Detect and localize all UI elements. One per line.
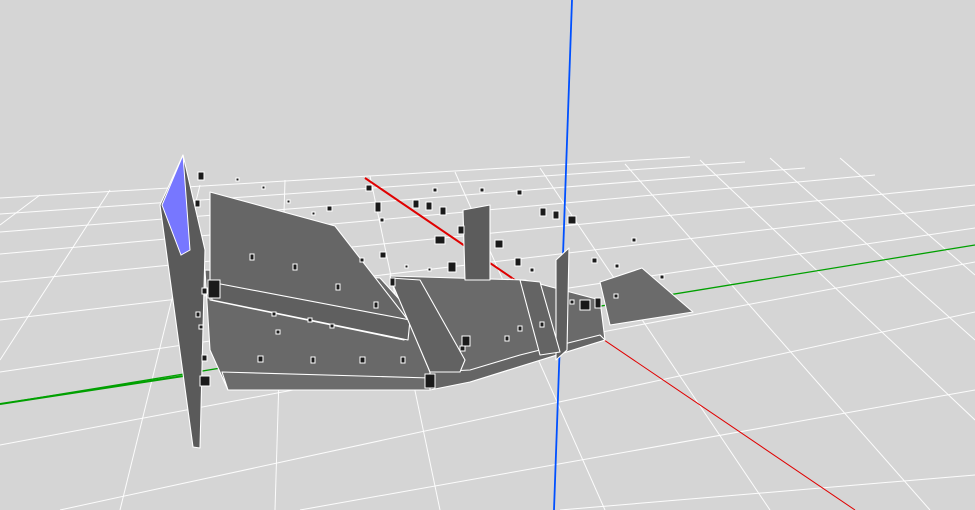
scene-object[interactable] [197,171,205,181]
3d-viewport[interactable] [0,0,975,510]
scene-object[interactable] [249,253,255,261]
scene-object[interactable] [591,257,598,264]
scene-object[interactable] [199,375,211,387]
scene-object[interactable] [552,210,560,220]
grid-line [0,156,691,199]
grid-line [559,474,975,510]
scene-object[interactable] [424,373,436,389]
scene-object[interactable] [359,356,366,364]
scene-object[interactable] [539,321,545,328]
scene-object[interactable] [412,199,420,209]
wall-post-center [462,204,491,281]
grid-line [839,157,975,276]
grid-line [0,189,111,361]
scene-object[interactable] [400,356,406,364]
scene-object[interactable] [404,264,409,269]
scene-object[interactable] [329,323,335,329]
scene-object[interactable] [517,325,523,332]
y-axis-line-bold [0,374,191,405]
scene-object[interactable] [494,239,504,249]
scene-object[interactable] [292,263,298,271]
scene-object[interactable] [326,205,333,212]
scene-object[interactable] [201,354,208,362]
scene-object[interactable] [579,299,591,311]
scene-object[interactable] [504,335,510,342]
scene-object[interactable] [307,317,313,323]
scene-object[interactable] [374,201,382,213]
scene-object[interactable] [479,187,485,193]
scene-object[interactable] [198,324,204,330]
scene-object[interactable] [235,177,240,182]
scene-object[interactable] [659,274,665,280]
grid-line [0,194,41,226]
scene-object[interactable] [389,277,396,287]
scene-object[interactable] [194,199,201,208]
scene-object[interactable] [447,261,457,273]
scene-object[interactable] [379,217,385,223]
scene-object[interactable] [201,287,208,295]
scene-object[interactable] [195,311,201,318]
scene-object[interactable] [539,207,547,217]
scene-object[interactable] [631,237,637,243]
scene-object[interactable] [459,345,466,352]
scene-object[interactable] [207,279,221,299]
scene-object[interactable] [359,257,365,263]
scene-object[interactable] [365,184,373,192]
scene-object[interactable] [516,189,523,196]
scene-object[interactable] [567,215,577,225]
scene-object[interactable] [311,211,316,216]
building-walls [159,154,606,449]
scene-object[interactable] [529,267,535,273]
scene-object[interactable] [379,251,387,259]
scene-object[interactable] [594,297,602,309]
scene-object[interactable] [335,283,341,291]
scene-object[interactable] [434,235,446,245]
scene-object[interactable] [427,267,432,272]
grid-line [299,389,975,510]
scene-object[interactable] [613,293,619,299]
scene-object[interactable] [457,225,465,235]
scene-object[interactable] [261,185,266,190]
scene-object[interactable] [257,355,264,363]
scene-object[interactable] [514,257,522,267]
scene-object[interactable] [614,263,620,269]
scene-object[interactable] [271,311,277,317]
scene-object[interactable] [569,299,575,305]
grid-line [0,167,806,233]
scene-object[interactable] [439,206,447,216]
scene-object[interactable] [275,329,281,335]
scene-object[interactable] [286,199,291,204]
scene-canvas[interactable] [0,0,975,510]
scene-object[interactable] [373,301,379,309]
scene-object[interactable] [310,356,316,364]
scene-object[interactable] [425,201,433,211]
scene-object[interactable] [432,187,438,193]
scene-object[interactable] [461,335,471,347]
